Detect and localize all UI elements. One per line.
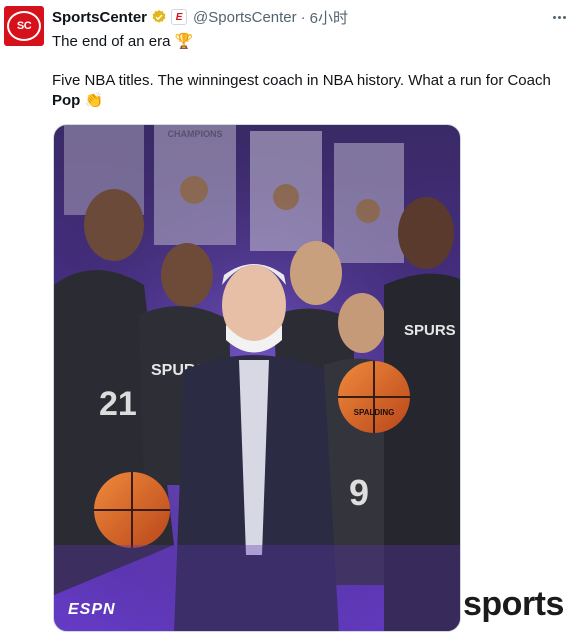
- basketball-left: [94, 472, 170, 548]
- account-avatar[interactable]: SC: [4, 6, 44, 46]
- tweet-text-line3: Pop 👏: [52, 91, 572, 111]
- account-name[interactable]: SportsCenter: [52, 9, 147, 26]
- tweet-text-line2: Five NBA titles. The winningest coach in…: [52, 72, 551, 89]
- avatar-text: SC: [16, 20, 32, 32]
- separator-dot: ·: [300, 8, 306, 26]
- account-handle[interactable]: @SportsCenter: [193, 9, 297, 26]
- jersey-text-spurs-2: SPURS: [404, 322, 456, 339]
- espn-logo: ESPN: [68, 601, 116, 618]
- tweet-media-image[interactable]: CHAMPIONS 21 SPURS 9 SPURS SPALDING ESPN: [53, 124, 461, 632]
- ball-brand-text: SPALDING: [354, 408, 395, 417]
- affiliate-badge-text: E: [175, 11, 183, 23]
- clap-emoji: 👏: [84, 92, 104, 109]
- basketball-right: [338, 361, 410, 433]
- trophy-emoji: 🏆: [174, 33, 194, 50]
- tweet-header: SportsCenter E @SportsCenter · 6小时: [52, 7, 348, 27]
- tweet-text-era: The end of an era: [52, 33, 171, 50]
- tweet-timestamp[interactable]: 6小时: [310, 7, 348, 28]
- jersey-number-9: 9: [349, 472, 369, 513]
- affiliate-badge[interactable]: E: [171, 9, 188, 25]
- sports-watermark: sports: [463, 585, 564, 623]
- tweet-card[interactable]: SC SportsCenter E @SportsCenter · 6小时 Th…: [0, 0, 582, 633]
- avatar-logo: SC: [7, 11, 41, 41]
- tweet-text-line1: The end of an era 🏆: [52, 32, 572, 52]
- spurs-team-photo: CHAMPIONS 21 SPURS 9 SPURS SPALDING: [54, 125, 460, 631]
- tweet-text-pop: Pop: [52, 92, 81, 109]
- verified-badge-icon: [152, 10, 166, 23]
- more-options-icon[interactable]: [550, 8, 568, 26]
- banner-text-1: CHAMPIONS: [167, 129, 222, 139]
- jersey-number-21: 21: [99, 385, 137, 423]
